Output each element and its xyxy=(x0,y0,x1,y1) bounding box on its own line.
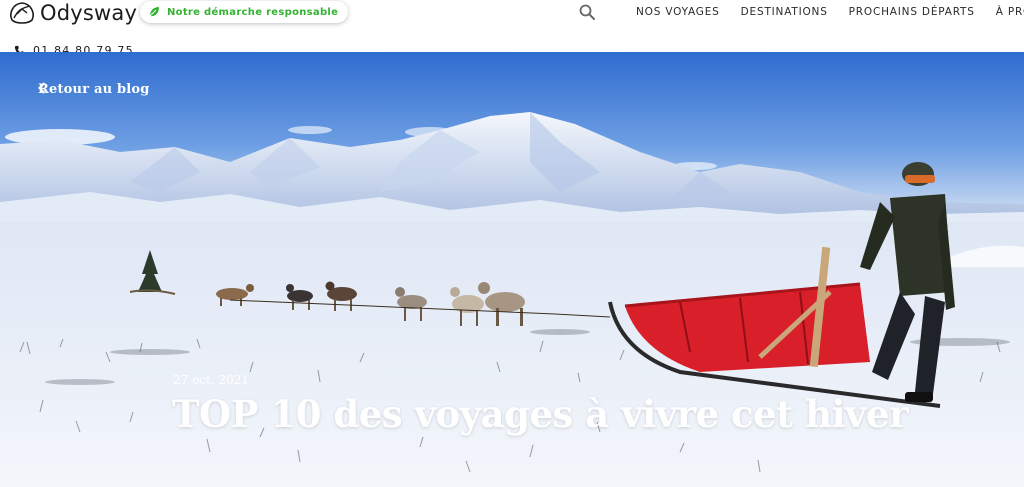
brand-logo[interactable]: Odysway xyxy=(8,0,137,26)
badge-label: Notre démarche responsable xyxy=(167,6,339,18)
nav-item-nos-voyages[interactable]: NOS VOYAGES xyxy=(636,6,720,18)
nav-item-destinations[interactable]: DESTINATIONS xyxy=(741,6,828,18)
search-icon[interactable] xyxy=(578,3,596,21)
leaf-icon xyxy=(149,7,159,17)
brand-name: Odysway xyxy=(40,1,138,25)
hero-banner: Retour au blog 27 oct. 2021 TOP 10 des v… xyxy=(0,52,1024,487)
nav-item-prochains-departs[interactable]: PROCHAINS DÉPARTS xyxy=(849,6,975,18)
back-to-blog-link[interactable]: Retour au blog xyxy=(38,82,150,97)
nav-item-a-propos[interactable]: À PROPOS xyxy=(996,6,1024,18)
site-header: Odysway Notre démarche responsable 01 84… xyxy=(0,0,1024,57)
odysway-logo-icon xyxy=(10,2,34,24)
post-title: TOP 10 des voyages à vivre cet hiver xyxy=(172,392,909,436)
chevron-left-icon xyxy=(38,82,46,94)
main-nav: NOS VOYAGES DESTINATIONS PROCHAINS DÉPAR… xyxy=(636,6,1024,18)
post-date: 27 oct. 2021 xyxy=(173,373,250,387)
back-link-label: Retour au blog xyxy=(38,82,150,97)
responsible-approach-badge[interactable]: Notre démarche responsable xyxy=(140,1,349,23)
